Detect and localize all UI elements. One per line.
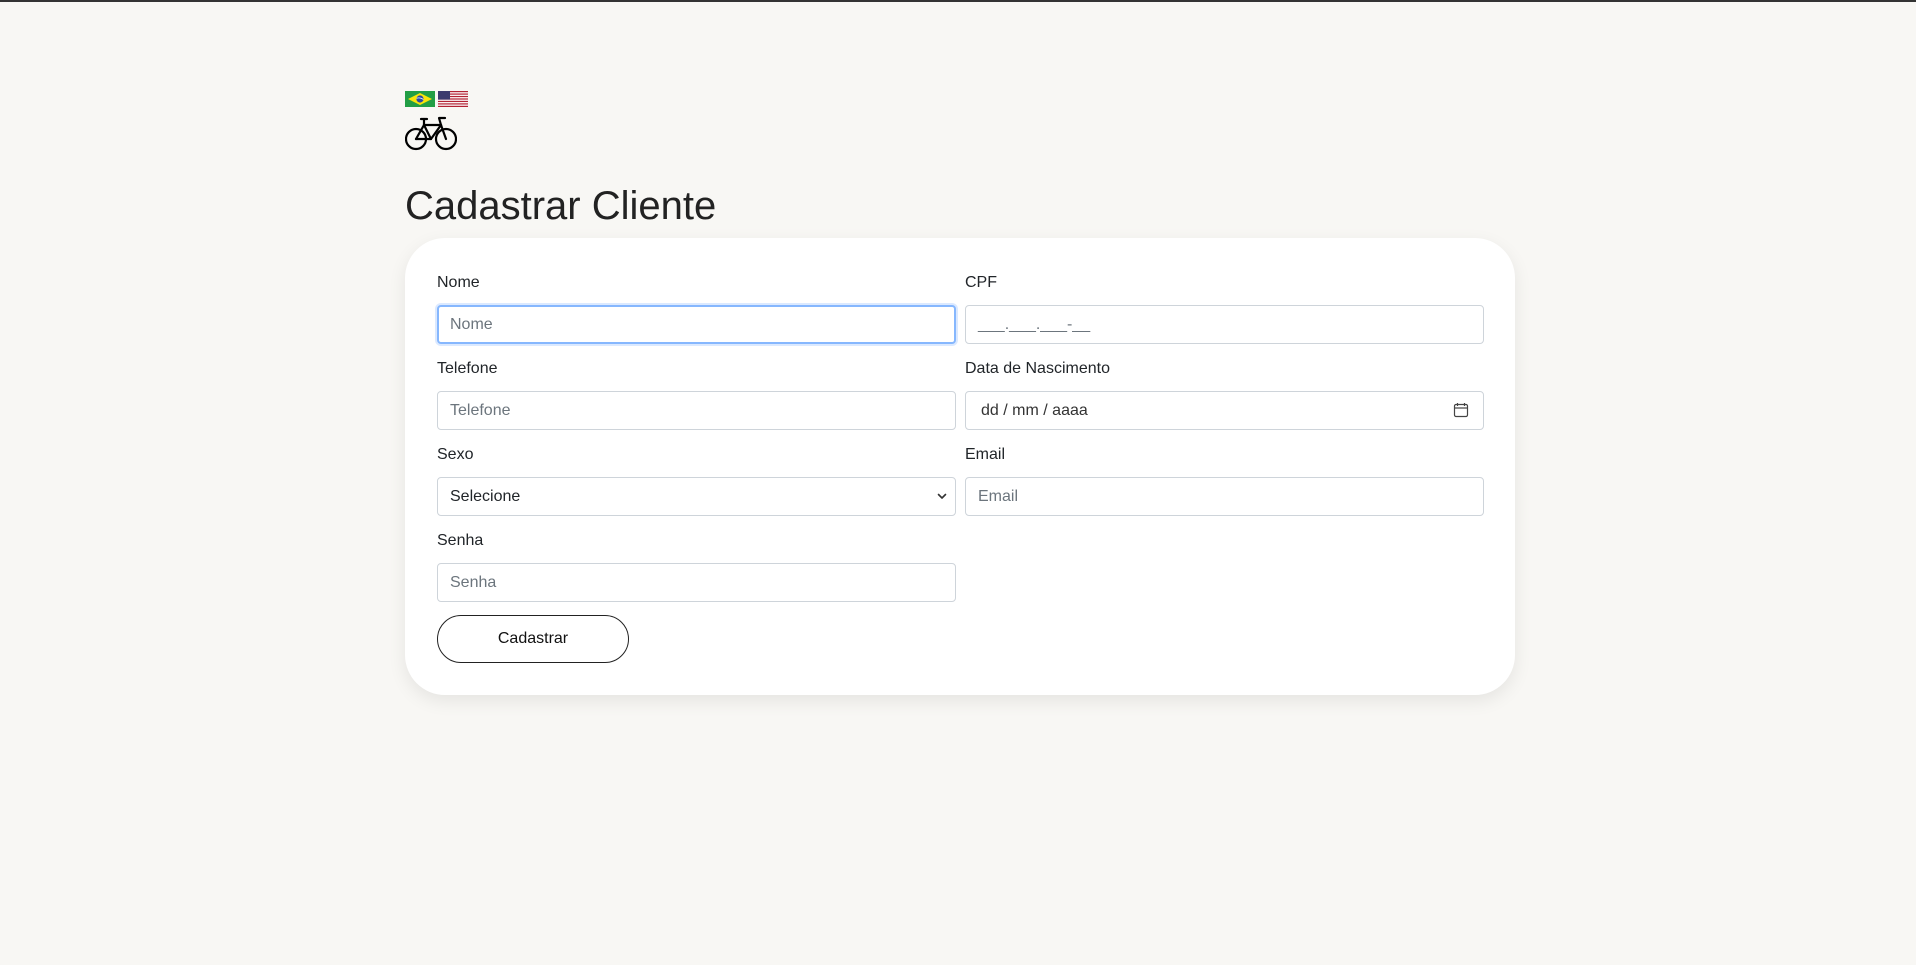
chevron-down-icon [937,493,947,499]
email-placeholder: Email [978,487,1019,505]
nome-field-group: Nome Nome [437,273,956,344]
bicycle-icon [405,116,457,151]
date-year[interactable]: aaaa [1052,402,1088,419]
sexo-selected-value: Selecione [450,487,521,505]
registration-form-card: Nome Nome CPF ___.___.___-__ Telefone Te… [405,238,1515,695]
telefone-input[interactable]: Telefone [437,391,956,430]
brazil-flag-icon[interactable] [405,91,435,107]
usa-flag-icon[interactable] [438,91,468,107]
calendar-icon[interactable] [1453,402,1469,418]
cpf-field-group: CPF ___.___.___-__ [965,273,1484,344]
nome-placeholder: Nome [450,315,493,333]
senha-placeholder: Senha [450,573,497,591]
cpf-input[interactable]: ___.___.___-__ [965,305,1484,344]
telefone-label: Telefone [437,360,498,377]
sexo-field-group: Sexo Selecione [437,445,956,516]
email-field-group: Email Email [965,445,1484,516]
email-input[interactable]: Email [965,477,1484,516]
telefone-field-group: Telefone Telefone [437,359,956,430]
nascimento-field-group: Data de Nascimento dd / mm / aaaa [965,359,1484,430]
language-switcher [405,91,468,107]
date-sep: / [1043,401,1048,419]
nascimento-label: Data de Nascimento [965,360,1110,377]
nome-input[interactable]: Nome [437,305,956,344]
senha-label: Senha [437,532,484,549]
date-day[interactable]: dd [981,402,999,419]
page-title: Cadastrar Cliente [405,184,717,228]
sexo-label: Sexo [437,446,474,463]
senha-input[interactable]: Senha [437,563,956,602]
senha-field-group: Senha Senha [437,531,956,602]
date-sep: / [1003,401,1008,419]
cadastrar-button[interactable]: Cadastrar [437,615,629,663]
email-label: Email [965,446,1006,463]
cpf-placeholder: ___.___.___-__ [978,315,1091,333]
cpf-label: CPF [965,274,997,291]
date-segments: dd / mm / aaaa [978,402,1088,420]
telefone-placeholder: Telefone [450,401,511,419]
nascimento-date-input[interactable]: dd / mm / aaaa [965,391,1484,430]
sexo-select[interactable]: Selecione [437,477,956,516]
date-month[interactable]: mm [1012,402,1039,419]
nome-label: Nome [437,274,480,291]
